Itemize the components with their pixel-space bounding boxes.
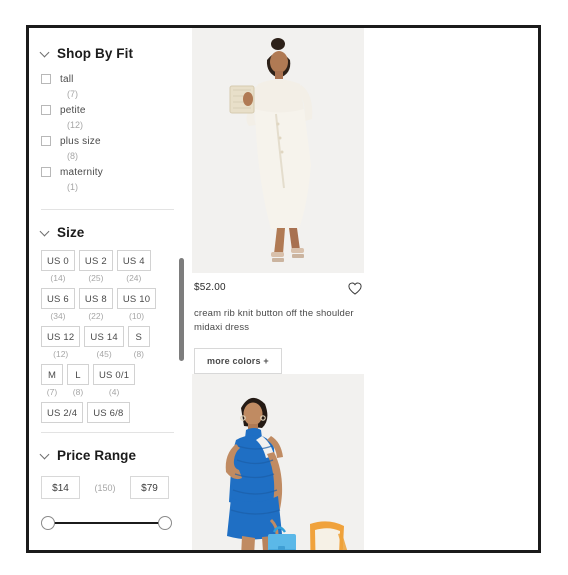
size-pill-count: (7) <box>46 387 58 397</box>
more-colors-button[interactable]: more colors + <box>194 348 282 374</box>
size-option-us-4[interactable]: US 4 (24) <box>116 250 151 285</box>
chevron-down-icon <box>41 49 50 58</box>
size-option-us-8[interactable]: US 8 (22) <box>78 288 113 323</box>
price-max-input[interactable]: $79 <box>130 476 169 499</box>
price-slider-track <box>49 522 164 524</box>
product-grid: $52.00 cream rib knit button off the sho… <box>184 28 538 550</box>
filter-option-petite[interactable]: petite (12) <box>41 102 184 133</box>
facet-price-range-title: Price Range <box>57 448 137 463</box>
price-range-slider[interactable] <box>41 515 172 531</box>
filters-sidebar: Shop By Fit tall (7) petite (12) plus si… <box>29 28 184 550</box>
size-option-us-10[interactable]: US 10 (10) <box>116 288 157 323</box>
facet-price-range-header[interactable]: Price Range <box>41 448 184 463</box>
size-pill-label[interactable]: S <box>127 326 150 347</box>
checkbox-tall[interactable] <box>41 74 51 84</box>
product-card[interactable]: $52.00 cream rib knit button off the sho… <box>192 28 364 374</box>
size-scrollbar-track[interactable] <box>179 254 184 426</box>
filter-label-tall: tall <box>60 73 74 85</box>
price-slider-min-handle[interactable] <box>41 516 55 530</box>
filter-count-petite: (12) <box>67 120 84 130</box>
size-pill-label[interactable]: US 8 <box>78 288 113 309</box>
size-option-us-0[interactable]: US 0 (14) <box>41 250 75 285</box>
size-pill-label[interactable]: US 12 <box>41 326 81 347</box>
product-meta: $52.00 cream rib knit button off the sho… <box>192 273 364 374</box>
size-pill-count: (14) <box>50 273 66 283</box>
size-pill-count: (25) <box>88 273 104 283</box>
chevron-down-icon <box>41 228 50 237</box>
filter-count-tall: (7) <box>67 89 78 99</box>
product-image-cream-midaxi-dress[interactable] <box>192 28 364 273</box>
product-photo-illustration <box>192 374 364 550</box>
size-pill-label[interactable]: M <box>41 364 63 385</box>
product-price: $52.00 <box>194 282 226 293</box>
filter-label-maternity: maternity <box>60 166 103 178</box>
size-pill-count: (8) <box>133 349 144 359</box>
size-option-us-6-8[interactable]: US 6/8 <box>87 402 130 423</box>
size-pill-count: (4) <box>108 387 120 397</box>
price-min-input[interactable]: $14 <box>41 476 80 499</box>
size-scrollbar-thumb[interactable] <box>179 258 184 361</box>
product-title[interactable]: cream rib knit button off the shoulder m… <box>194 307 362 335</box>
size-option-us-2[interactable]: US 2 (25) <box>78 250 113 285</box>
size-pill-count: (45) <box>96 349 112 359</box>
checkbox-petite[interactable] <box>41 105 51 115</box>
size-pill-label[interactable]: L <box>67 364 89 385</box>
shop-by-fit-options: tall (7) petite (12) plus size (8) mater… <box>41 71 184 195</box>
size-pill-label[interactable]: US 0 <box>41 250 75 271</box>
facet-shop-by-fit: Shop By Fit tall (7) petite (12) plus si… <box>41 28 184 195</box>
checkbox-plus-size[interactable] <box>41 136 51 146</box>
size-option-l[interactable]: L (8) <box>67 364 89 399</box>
product-card[interactable]: $43.00 blue rib high neck cut out knit m… <box>192 374 364 550</box>
product-image-blue-mini-dress[interactable] <box>192 374 364 550</box>
heart-outline-icon[interactable] <box>348 282 362 295</box>
size-pill-count: (34) <box>50 311 66 321</box>
facet-size-title: Size <box>57 225 85 240</box>
size-pill-label[interactable]: US 2 <box>78 250 113 271</box>
size-pill-label[interactable]: US 0/1 <box>93 364 136 385</box>
facet-size-header[interactable]: Size <box>41 225 184 240</box>
filter-label-petite: petite <box>60 104 86 116</box>
size-pill-count: (10) <box>128 311 145 321</box>
size-option-us-2-4[interactable]: US 2/4 <box>41 402 84 423</box>
size-pill-label[interactable]: US 14 <box>84 326 124 347</box>
facet-shop-by-fit-header[interactable]: Shop By Fit <box>41 46 184 61</box>
chevron-down-icon <box>41 451 50 460</box>
size-option-us-6[interactable]: US 6 (34) <box>41 288 75 323</box>
filter-option-maternity[interactable]: maternity (1) <box>41 164 184 195</box>
product-photo-illustration <box>192 28 364 273</box>
price-slider-max-handle[interactable] <box>158 516 172 530</box>
facet-shop-by-fit-title: Shop By Fit <box>57 46 134 61</box>
filter-label-plus-size: plus size <box>60 135 101 147</box>
size-pill-count: (12) <box>53 349 69 359</box>
facet-price-range: Price Range $14 (150) $79 <box>41 433 184 531</box>
size-pill-count: (8) <box>72 387 84 397</box>
checkbox-maternity[interactable] <box>41 167 51 177</box>
size-pill-label[interactable]: US 10 <box>116 288 157 309</box>
price-range-count: (150) <box>94 482 116 493</box>
filter-option-plus-size[interactable]: plus size (8) <box>41 133 184 164</box>
size-option-m[interactable]: M (7) <box>41 364 63 399</box>
filter-count-maternity: (1) <box>67 182 78 192</box>
filter-option-tall[interactable]: tall (7) <box>41 71 184 102</box>
size-option-s[interactable]: S (8) <box>127 326 150 361</box>
app-frame: Shop By Fit tall (7) petite (12) plus si… <box>26 25 541 553</box>
size-pill-label[interactable]: US 2/4 <box>41 402 84 423</box>
size-pill-count: (24) <box>126 273 142 283</box>
size-option-us-14[interactable]: US 14 (45) <box>84 326 124 361</box>
size-options: US 0 (14) US 2 (25) US 4 (24) US 6 (34) <box>41 250 167 426</box>
size-pill-count: (22) <box>88 311 104 321</box>
filter-count-plus-size: (8) <box>67 151 78 161</box>
size-pill-label[interactable]: US 6/8 <box>87 402 130 423</box>
size-pill-label[interactable]: US 4 <box>116 250 151 271</box>
size-option-us-12[interactable]: US 12 (12) <box>41 326 81 361</box>
size-options-scroll-area[interactable]: US 0 (14) US 2 (25) US 4 (24) US 6 (34) <box>41 250 184 426</box>
facet-size: Size US 0 (14) US 2 (25) US 4 (24) US 6 … <box>41 210 184 426</box>
size-pill-label[interactable]: US 6 <box>41 288 75 309</box>
size-option-us-0-1[interactable]: US 0/1 (4) <box>93 364 136 399</box>
price-range-inputs: $14 (150) $79 <box>41 476 184 499</box>
